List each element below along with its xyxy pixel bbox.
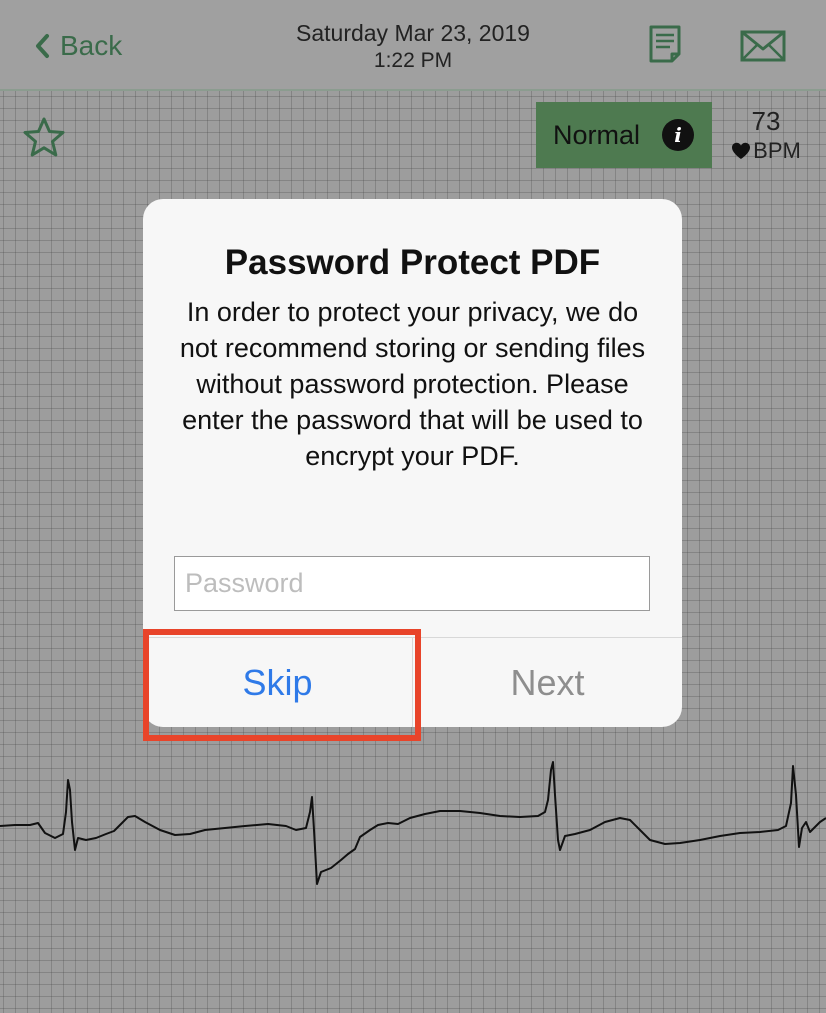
bpm-unit: BPM bbox=[753, 138, 801, 163]
next-button[interactable]: Next bbox=[413, 638, 682, 727]
heart-rate-readout: 73 BPM bbox=[726, 104, 806, 164]
mail-icon[interactable] bbox=[740, 30, 786, 62]
star-icon[interactable] bbox=[22, 116, 66, 158]
recording-time: 1:22 PM bbox=[373, 49, 453, 72]
heart-icon bbox=[732, 142, 751, 159]
recording-datetime: Saturday Mar 23, 2019 1:22 PM bbox=[200, 20, 626, 74]
status-badge[interactable]: Normal i bbox=[536, 102, 712, 168]
ecg-waveform bbox=[0, 761, 826, 885]
back-label: Back bbox=[60, 30, 123, 61]
status-label: Normal bbox=[553, 119, 641, 150]
password-input[interactable] bbox=[174, 556, 650, 611]
notes-icon[interactable] bbox=[648, 24, 682, 64]
navigation-bar: Back Saturday Mar 23, 2019 1:22 PM bbox=[0, 0, 826, 91]
info-icon[interactable]: i bbox=[662, 119, 694, 151]
back-button[interactable]: Back bbox=[34, 26, 122, 66]
recording-date: Saturday Mar 23, 2019 bbox=[296, 20, 530, 46]
password-dialog: Password Protect PDF In order to protect… bbox=[143, 199, 682, 727]
chevron-left-icon bbox=[36, 34, 49, 58]
dialog-message: In order to protect your privacy, we do … bbox=[179, 297, 646, 471]
skip-button[interactable]: Skip bbox=[143, 638, 412, 727]
bpm-value: 73 bbox=[751, 106, 781, 136]
dialog-title: Password Protect PDF bbox=[224, 243, 601, 282]
